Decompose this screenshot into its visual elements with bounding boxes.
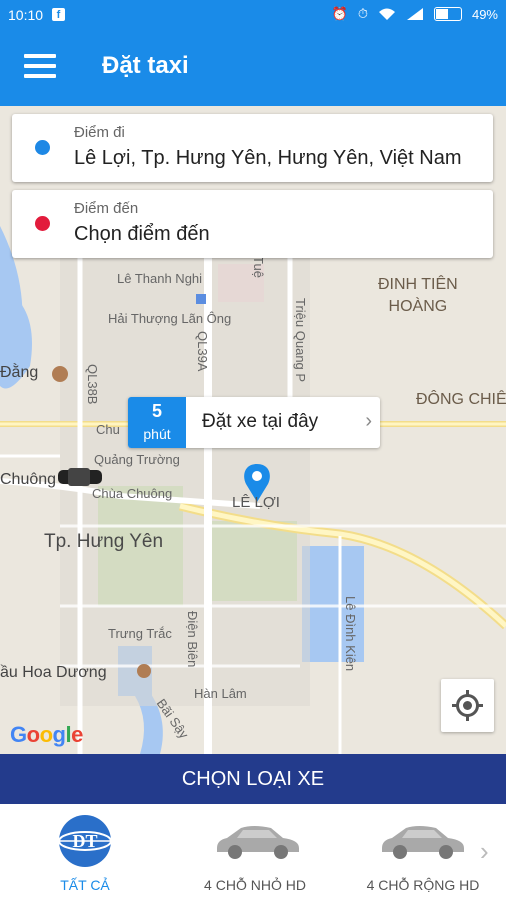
destination-caption: Điểm đến [74, 200, 139, 217]
status-time: 10:10 [8, 7, 44, 23]
map-label: Đằng [0, 364, 39, 381]
origin-dot-icon [35, 140, 50, 155]
car-icon [382, 826, 464, 859]
wifi-icon [378, 8, 395, 20]
map-label: ĐINH TIÊN HOÀNG [378, 276, 458, 315]
tab-label: 4 CHỖ NHỎ HD [204, 877, 306, 893]
vehicle-tabs: DT TẤT CẢ 4 CHỖ NHỎ HD 4 CHỖ RỘNG HD › [0, 804, 506, 900]
temple-icon [52, 366, 68, 382]
map-label: LÊ LỢI [232, 494, 280, 511]
map-label: Chùa Chuông [92, 486, 173, 501]
map-label: Hải Thượng Lãn Ông [108, 311, 232, 326]
landmark-icon [137, 664, 151, 678]
svg-text:DT: DT [72, 831, 97, 851]
map-label: QL39A [195, 331, 210, 372]
eta-badge: 5 phút [128, 397, 186, 448]
google-logo: Google [10, 722, 83, 747]
map-label: ĐÔNG CHIÊ [416, 391, 506, 408]
status-icons: ⏰ ⏱ 49% [332, 6, 498, 22]
tab-label: TẤT CẢ [60, 877, 110, 893]
my-location-button[interactable] [441, 679, 494, 732]
destination-dot-icon [35, 216, 50, 231]
taxi-car-icon [58, 468, 102, 486]
map-label: Tp. Hưng Yên [44, 531, 164, 552]
origin-value: Lê Lợi, Tp. Hưng Yên, Hưng Yên, Việt Nam [74, 147, 462, 169]
eta-unit: phút [143, 426, 171, 442]
map-label: Chuông [0, 471, 57, 488]
map-label: Trưng Trắc [108, 626, 172, 641]
status-bar: 10:10 f ⏰ ⏱ 49% [0, 0, 506, 30]
page-title: Đặt taxi [102, 52, 189, 79]
tab-label: 4 CHỖ RỘNG HD [366, 877, 480, 893]
car-icon [217, 826, 299, 859]
map-label: QL38B [85, 364, 100, 405]
map-label: Lê Đình Kiên [343, 596, 358, 672]
facebook-notification-icon: f [52, 8, 65, 21]
map-label: Triệu Quang P [293, 298, 308, 383]
book-here-label: Đặt xe tại đây [202, 411, 319, 432]
destination-field[interactable]: Điểm đến Chọn điểm đến [12, 190, 493, 258]
map-label: ầu Hoa Dương [0, 664, 107, 681]
origin-field[interactable]: Điểm đi Lê Lợi, Tp. Hưng Yên, Hưng Yên, … [12, 114, 493, 182]
map-label: Điện Biên [185, 611, 200, 668]
map-label: Lê Thanh Nghi [117, 271, 203, 286]
book-here-button[interactable]: 5 phút Đặt xe tại đây › [128, 397, 380, 448]
alarm-off-icon: ⏰ [331, 6, 348, 21]
map-label: Hàn Lâm [194, 686, 247, 701]
alarm-icon: ⏱ [357, 6, 368, 21]
my-location-icon [452, 690, 483, 721]
battery-percent: 49% [471, 6, 498, 22]
choose-vehicle-bar[interactable]: CHỌN LOẠI XE [0, 754, 506, 804]
battery-icon [433, 7, 462, 21]
tab-all[interactable]: DT TẤT CẢ [10, 804, 160, 900]
hospital-icon [196, 294, 206, 304]
eta-value: 5 [151, 401, 162, 421]
tab-4-seat-small[interactable]: 4 CHỖ NHỎ HD [180, 804, 330, 900]
origin-caption: Điểm đi [74, 124, 125, 141]
menu-icon[interactable] [24, 54, 56, 80]
map-label: Chu [96, 422, 120, 437]
destination-value: Chọn điểm đến [74, 223, 210, 245]
map-label: Quảng Trường [94, 452, 180, 467]
chevron-right-icon: › [365, 410, 372, 432]
map-label: Tuệ [251, 256, 266, 278]
tab-4-seat-wide[interactable]: 4 CHỖ RỘNG HD [348, 804, 498, 900]
app-bar: Đặt taxi [0, 30, 506, 106]
scroll-right-chevron-icon[interactable]: › [480, 836, 489, 867]
signal-icon [406, 8, 423, 20]
company-logo-icon: DT [58, 815, 112, 867]
